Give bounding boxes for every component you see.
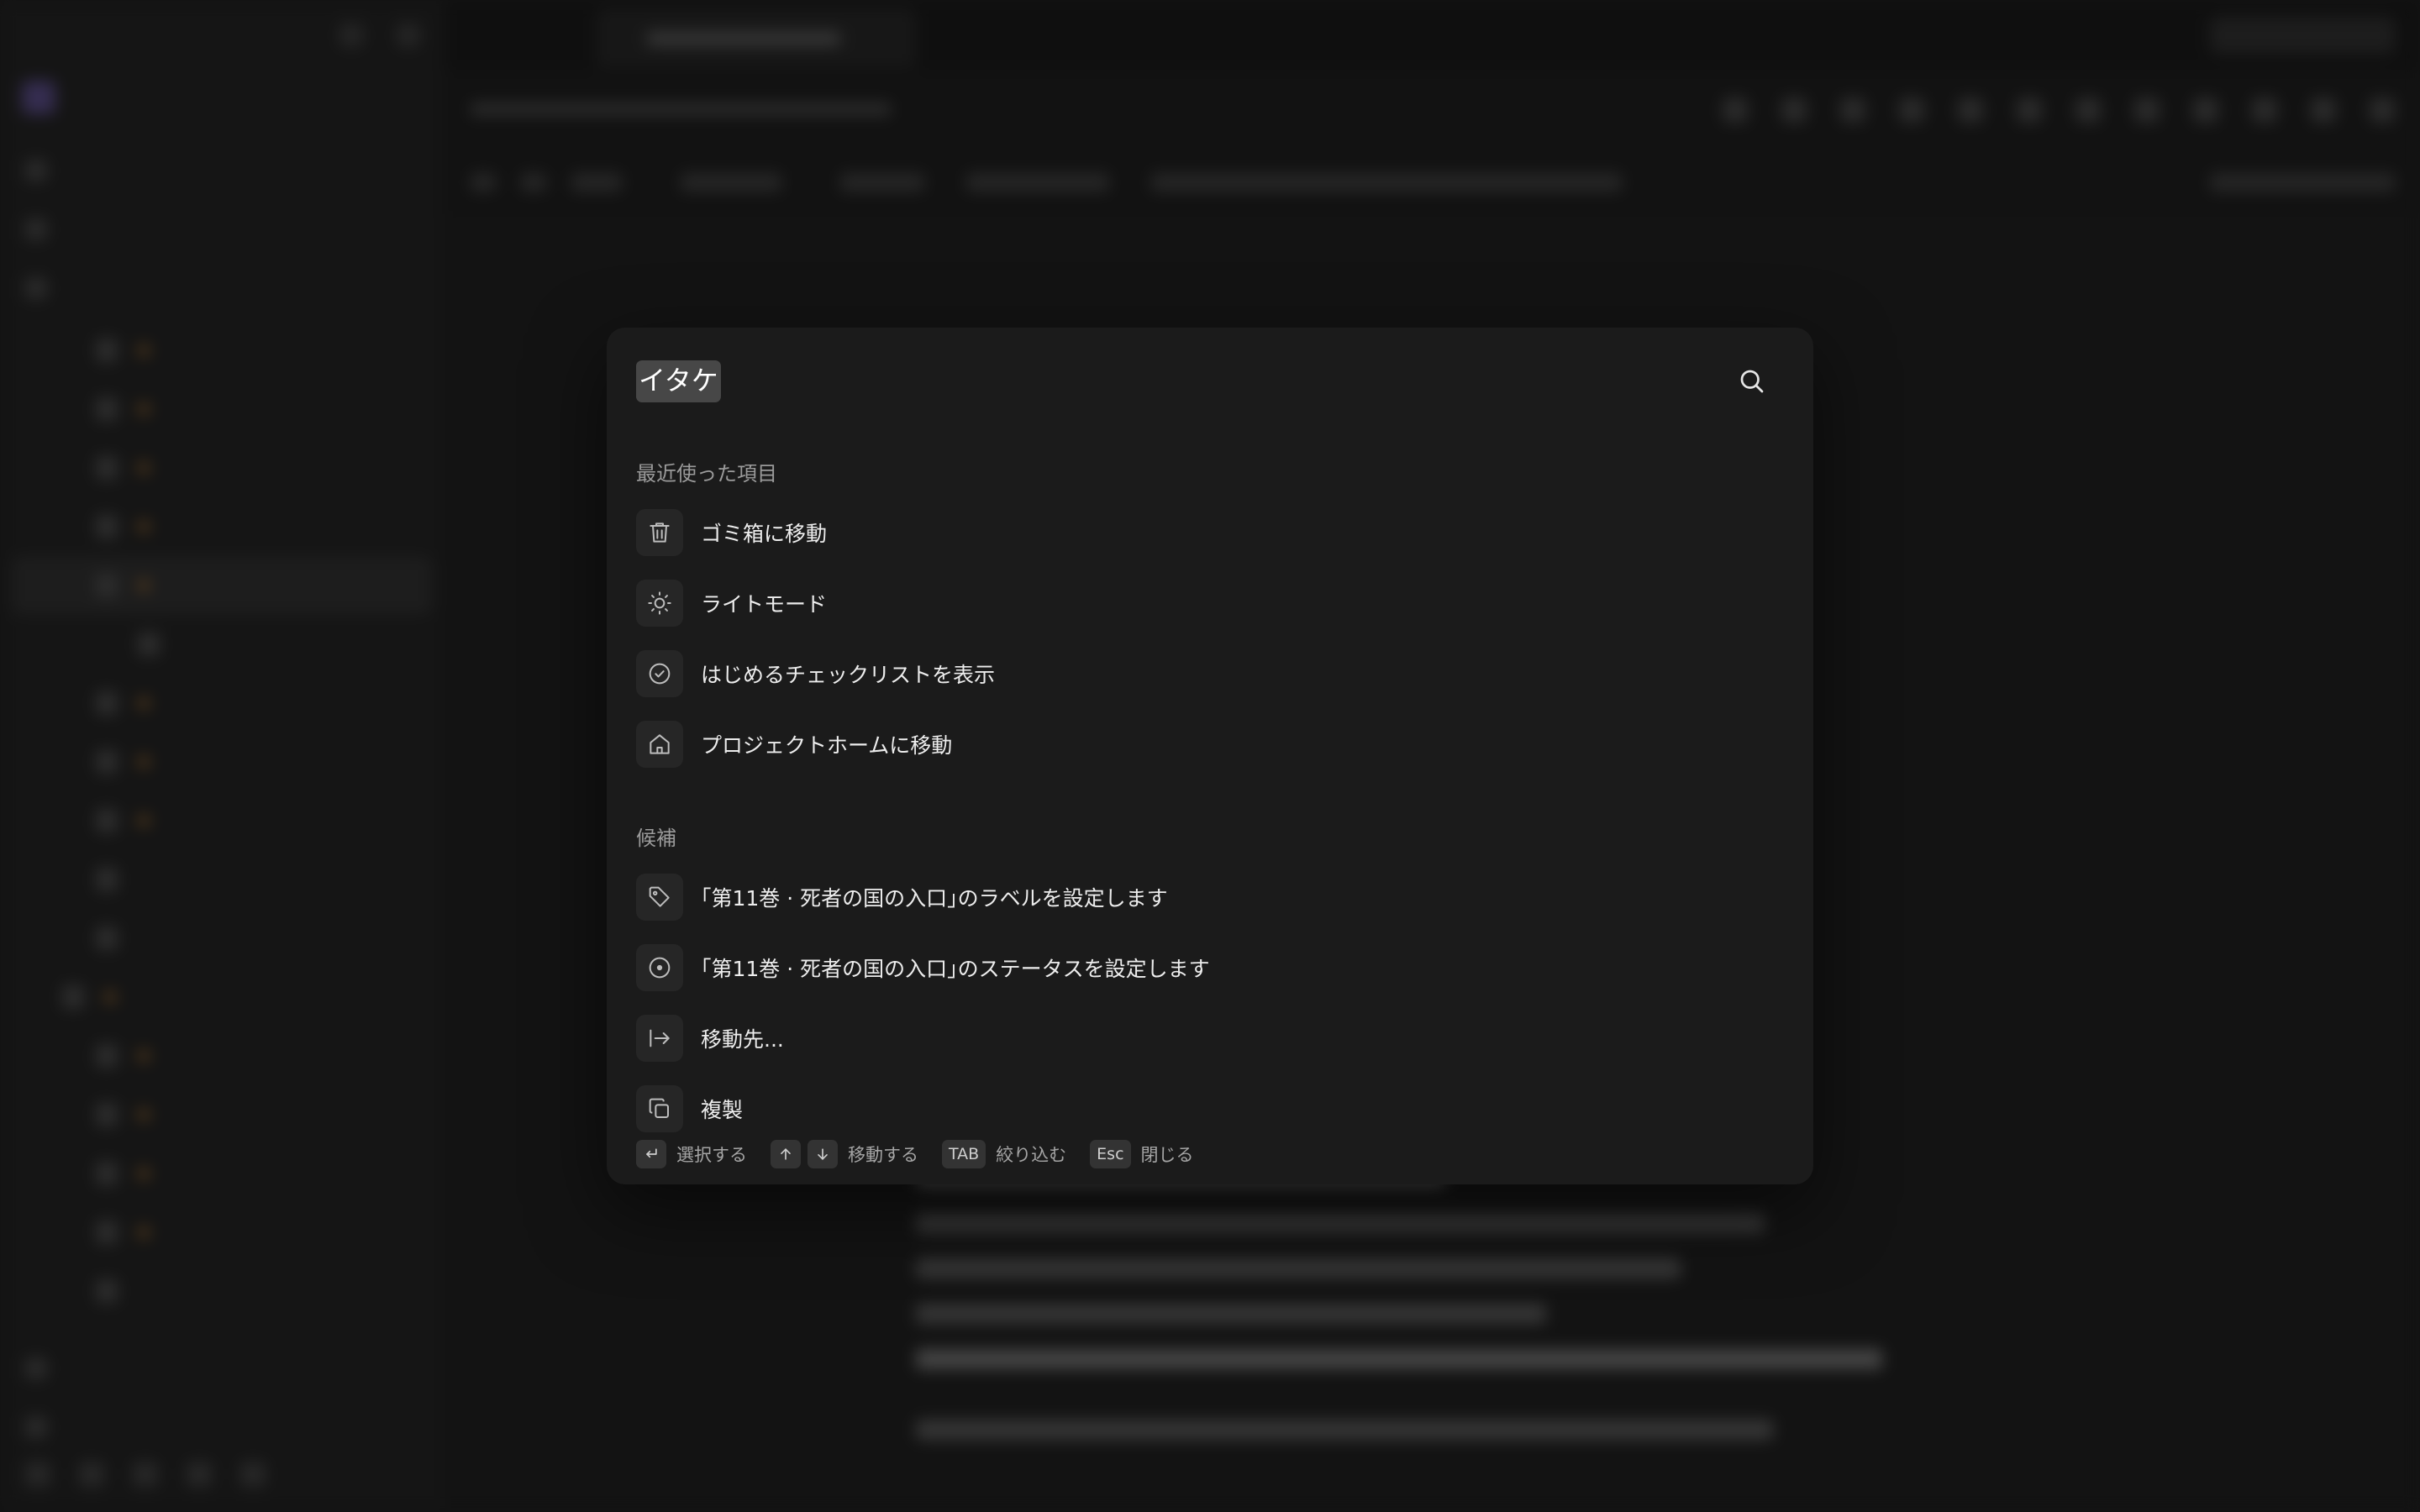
arrow-up-icon [781, 1148, 791, 1160]
sun-icon [648, 591, 671, 615]
close-hint-label: 閉じる [1140, 1145, 1194, 1165]
command-item-label: ｢第11巻 · 死者の国の入口｣のラベルを設定します [701, 886, 1168, 911]
esc-key-hint: Esc [1090, 1140, 1131, 1168]
command-item-label: はじめるチェックリストを表示 [701, 663, 996, 687]
command-item-move-to[interactable]: 移動先... [636, 1013, 1784, 1063]
filter-hint-label: 絞り込む [996, 1145, 1067, 1165]
command-search-input[interactable]: イタケ [636, 360, 721, 402]
icon-box [636, 1015, 683, 1062]
arrow-down-icon [818, 1148, 828, 1160]
status-circle-icon [649, 957, 671, 979]
command-item-label: プロジェクトホームに移動 [701, 733, 953, 758]
command-search-box[interactable]: イタケ [636, 356, 1779, 407]
trash-icon [650, 522, 670, 543]
command-item-set-label[interactable]: ｢第11巻 · 死者の国の入口｣のラベルを設定します [636, 872, 1784, 922]
command-item-set-status[interactable]: ｢第11巻 · 死者の国の入口｣のステータスを設定します [636, 942, 1784, 993]
command-item-duplicate[interactable]: 複製 [636, 1084, 1784, 1134]
icon-box [636, 509, 683, 556]
icon-box [636, 721, 683, 768]
command-palette: イタケ 最近使った項目 ゴミ箱に移動 ライトモード はじめるチェックリストを表示… [607, 328, 1813, 1184]
tab-key-hint: TAB [942, 1140, 986, 1168]
command-item-label: ライトモード [701, 592, 828, 617]
search-icon[interactable] [1737, 366, 1767, 396]
suggestions-section-title: 候補 [636, 827, 676, 850]
arrow-up-key-hint [771, 1140, 801, 1168]
command-item-label: 複製 [701, 1098, 744, 1122]
recent-section-title: 最近使った項目 [636, 462, 777, 486]
command-item-label: ｢第11巻 · 死者の国の入口｣のステータスを設定します [701, 957, 1210, 981]
select-hint-label: 選択する [676, 1145, 747, 1165]
move-hint-label: 移動する [848, 1145, 918, 1165]
keyboard-hints: 選択する 移動する TAB 絞り込む Esc 閉じる [636, 1139, 1218, 1169]
icon-box [636, 1085, 683, 1132]
icon-box [636, 874, 683, 921]
enter-icon [646, 1148, 657, 1158]
command-item-light-mode[interactable]: ライトモード [636, 578, 1784, 628]
icon-box [636, 944, 683, 991]
command-item-project-home[interactable]: プロジェクトホームに移動 [636, 719, 1784, 769]
command-item-move-to-trash[interactable]: ゴミ箱に移動 [636, 507, 1784, 558]
enter-key-hint [636, 1140, 666, 1168]
tag-icon [649, 886, 670, 907]
command-item-label: 移動先... [701, 1027, 784, 1052]
command-item-show-checklist[interactable]: はじめるチェックリストを表示 [636, 648, 1784, 699]
icon-box [636, 580, 683, 627]
command-item-label: ゴミ箱に移動 [701, 522, 828, 546]
check-circle-icon [649, 663, 671, 685]
duplicate-icon [649, 1098, 669, 1118]
home-icon [650, 734, 670, 754]
move-to-icon [650, 1029, 670, 1047]
arrow-down-key-hint [808, 1140, 838, 1168]
icon-box [636, 650, 683, 697]
